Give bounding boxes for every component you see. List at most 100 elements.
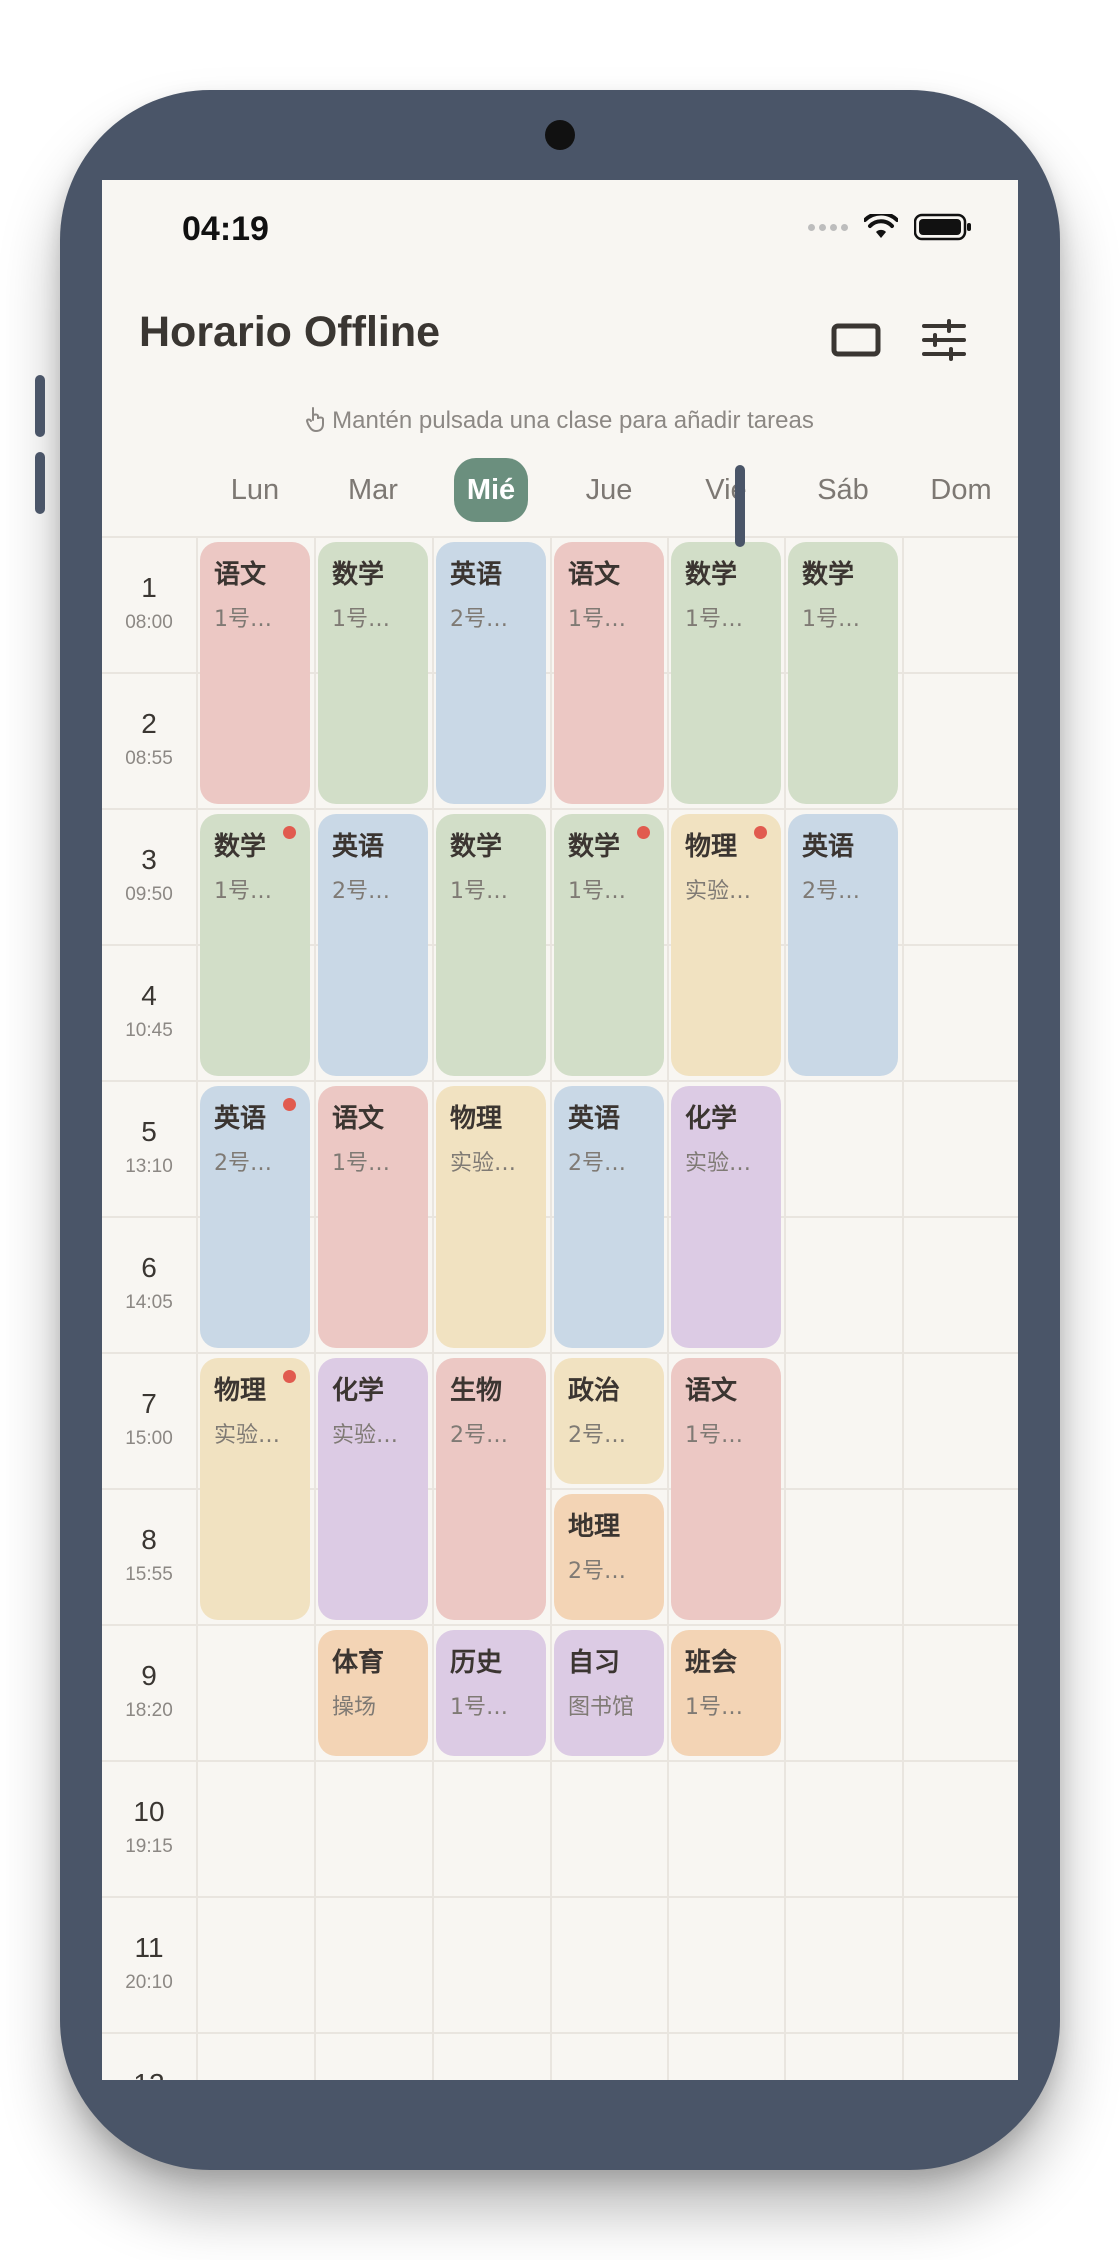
period-label: 4 10:45 <box>102 944 196 1080</box>
sliders-icon <box>922 319 966 361</box>
class-card[interactable]: 自习 图书馆 <box>554 1630 664 1756</box>
period-number: 12 <box>102 2068 196 2080</box>
grid-row-line <box>102 1080 1018 1082</box>
class-subject: 语文 <box>332 1104 385 1134</box>
class-room: 2号… <box>568 1151 626 1176</box>
period-number: 1 <box>141 572 157 603</box>
period-number: 8 <box>141 1524 157 1555</box>
class-room: 1号… <box>568 607 626 632</box>
class-room: 2号… <box>450 1423 508 1448</box>
day-tab-4[interactable]: Jue <box>550 458 668 522</box>
volume-up-button <box>35 375 45 437</box>
class-subject: 历史 <box>450 1648 503 1678</box>
class-room: 实验… <box>214 1423 281 1448</box>
class-room: 1号… <box>568 879 626 904</box>
period-time: 15:55 <box>125 1564 173 1585</box>
class-subject: 数学 <box>450 832 503 862</box>
period-time: 20:10 <box>125 1972 173 1993</box>
class-card[interactable]: 物理实验… <box>436 1086 546 1348</box>
class-room: 实验… <box>450 1151 517 1176</box>
period-time: 08:55 <box>125 748 173 769</box>
class-card[interactable]: 化学 实验… <box>318 1358 428 1620</box>
task-dot-icon <box>637 826 650 839</box>
class-card[interactable]: 语文 1号… <box>554 542 664 804</box>
timetable-grid: 1 08:00 2 08:55 3 09:50 4 10:45 5 13:10 6 14:05 7 15:… <box>102 536 1018 2080</box>
class-card[interactable]: 生物 2号… <box>436 1358 546 1620</box>
grid-column-line <box>196 536 198 2080</box>
grid-row-line <box>102 1896 1018 1898</box>
hand-pointer-icon <box>306 406 326 439</box>
period-number: 10 <box>133 1796 165 1827</box>
class-subject: 语文 <box>685 1376 738 1406</box>
class-card[interactable]: 地理 2号… <box>554 1494 664 1620</box>
period-label: 5 13:10 <box>102 1080 196 1216</box>
class-subject: 物理 <box>450 1104 503 1134</box>
class-card[interactable]: 历史 1号… <box>436 1630 546 1756</box>
day-tab-6[interactable]: Sáb <box>784 458 902 522</box>
class-card[interactable]: 数学 1号… <box>318 542 428 804</box>
class-card[interactable]: 英语 2号… <box>788 814 898 1076</box>
settings-button[interactable] <box>914 310 974 370</box>
class-card[interactable]: 数学 1号… <box>788 542 898 804</box>
hint-text: Mantén pulsada una clase para añadir tar… <box>332 407 814 434</box>
grid-column-line <box>432 536 434 2080</box>
period-label: 9 18:20 <box>102 1624 196 1760</box>
period-label: 2 08:55 <box>102 672 196 808</box>
period-label: 12 <box>102 2032 196 2080</box>
day-tab-5[interactable]: Vie <box>667 458 785 522</box>
day-tab-3[interactable]: Mié <box>454 458 528 522</box>
class-subject: 体育 <box>332 1648 385 1678</box>
class-card[interactable]: 英语 2号… <box>436 542 546 804</box>
class-room: 1号… <box>685 607 743 632</box>
class-subject: 英语 <box>802 832 855 862</box>
grid-row-line <box>102 1624 1018 1626</box>
power-button <box>735 465 745 547</box>
class-card[interactable]: 政治 2号… <box>554 1358 664 1484</box>
day-tab-7[interactable]: Dom <box>902 458 1018 522</box>
page-title: Horario Offline <box>139 308 441 356</box>
wifi-icon <box>864 214 898 238</box>
app-screen: 04:19 Horario Offline Mantén pulsada una… <box>102 180 1018 2080</box>
class-card[interactable]: 英语 2号… <box>318 814 428 1076</box>
class-subject: 班会 <box>685 1648 738 1678</box>
layout-toggle-button[interactable] <box>826 310 886 370</box>
grid-row-line <box>102 1352 1018 1354</box>
period-number: 3 <box>141 844 157 875</box>
class-card[interactable]: 语文 1号… <box>671 1358 781 1620</box>
period-time: 10:45 <box>125 1020 173 1041</box>
grid-column-line <box>550 536 552 2080</box>
camera-icon <box>545 120 575 150</box>
task-dot-icon <box>283 826 296 839</box>
day-tab-2[interactable]: Mar <box>314 458 432 522</box>
class-subject: 化学 <box>685 1104 738 1134</box>
class-card[interactable]: 语文 1号… <box>318 1086 428 1348</box>
class-card[interactable]: 体育 操场 <box>318 1630 428 1756</box>
class-card[interactable]: 语文 1号… <box>200 542 310 804</box>
class-subject: 生物 <box>450 1376 503 1406</box>
class-subject: 英语 <box>568 1104 621 1134</box>
class-card[interactable]: 英语 2号… <box>554 1086 664 1348</box>
class-card[interactable]: 英语 2号… <box>200 1086 310 1348</box>
class-room: 1号… <box>214 607 272 632</box>
grid-row-line <box>102 536 1018 538</box>
class-room: 图书馆 <box>568 1695 635 1720</box>
class-card[interactable]: 数学 1号… <box>671 542 781 804</box>
class-card[interactable]: 数学 1号… <box>554 814 664 1076</box>
class-card[interactable]: 化学 实验… <box>671 1086 781 1348</box>
class-card[interactable]: 物理 实验… <box>200 1358 310 1620</box>
period-label: 10 19:15 <box>102 1760 196 1896</box>
period-time: 19:15 <box>125 1836 173 1857</box>
class-card[interactable]: 物理 实验… <box>671 814 781 1076</box>
grid-column-line <box>314 536 316 2080</box>
period-number: 2 <box>141 708 157 739</box>
class-room: 实验… <box>332 1423 399 1448</box>
day-tab-1[interactable]: Lun <box>196 458 314 522</box>
class-card[interactable]: 数学 1号… <box>436 814 546 1076</box>
period-label: 8 15:55 <box>102 1488 196 1624</box>
period-time: 18:20 <box>125 1700 173 1721</box>
class-card[interactable]: 数学 1号… <box>200 814 310 1076</box>
period-number: 7 <box>141 1388 157 1419</box>
class-card[interactable]: 班会 1号… <box>671 1630 781 1756</box>
class-room: 2号… <box>568 1423 626 1448</box>
class-subject: 自习 <box>568 1648 621 1678</box>
